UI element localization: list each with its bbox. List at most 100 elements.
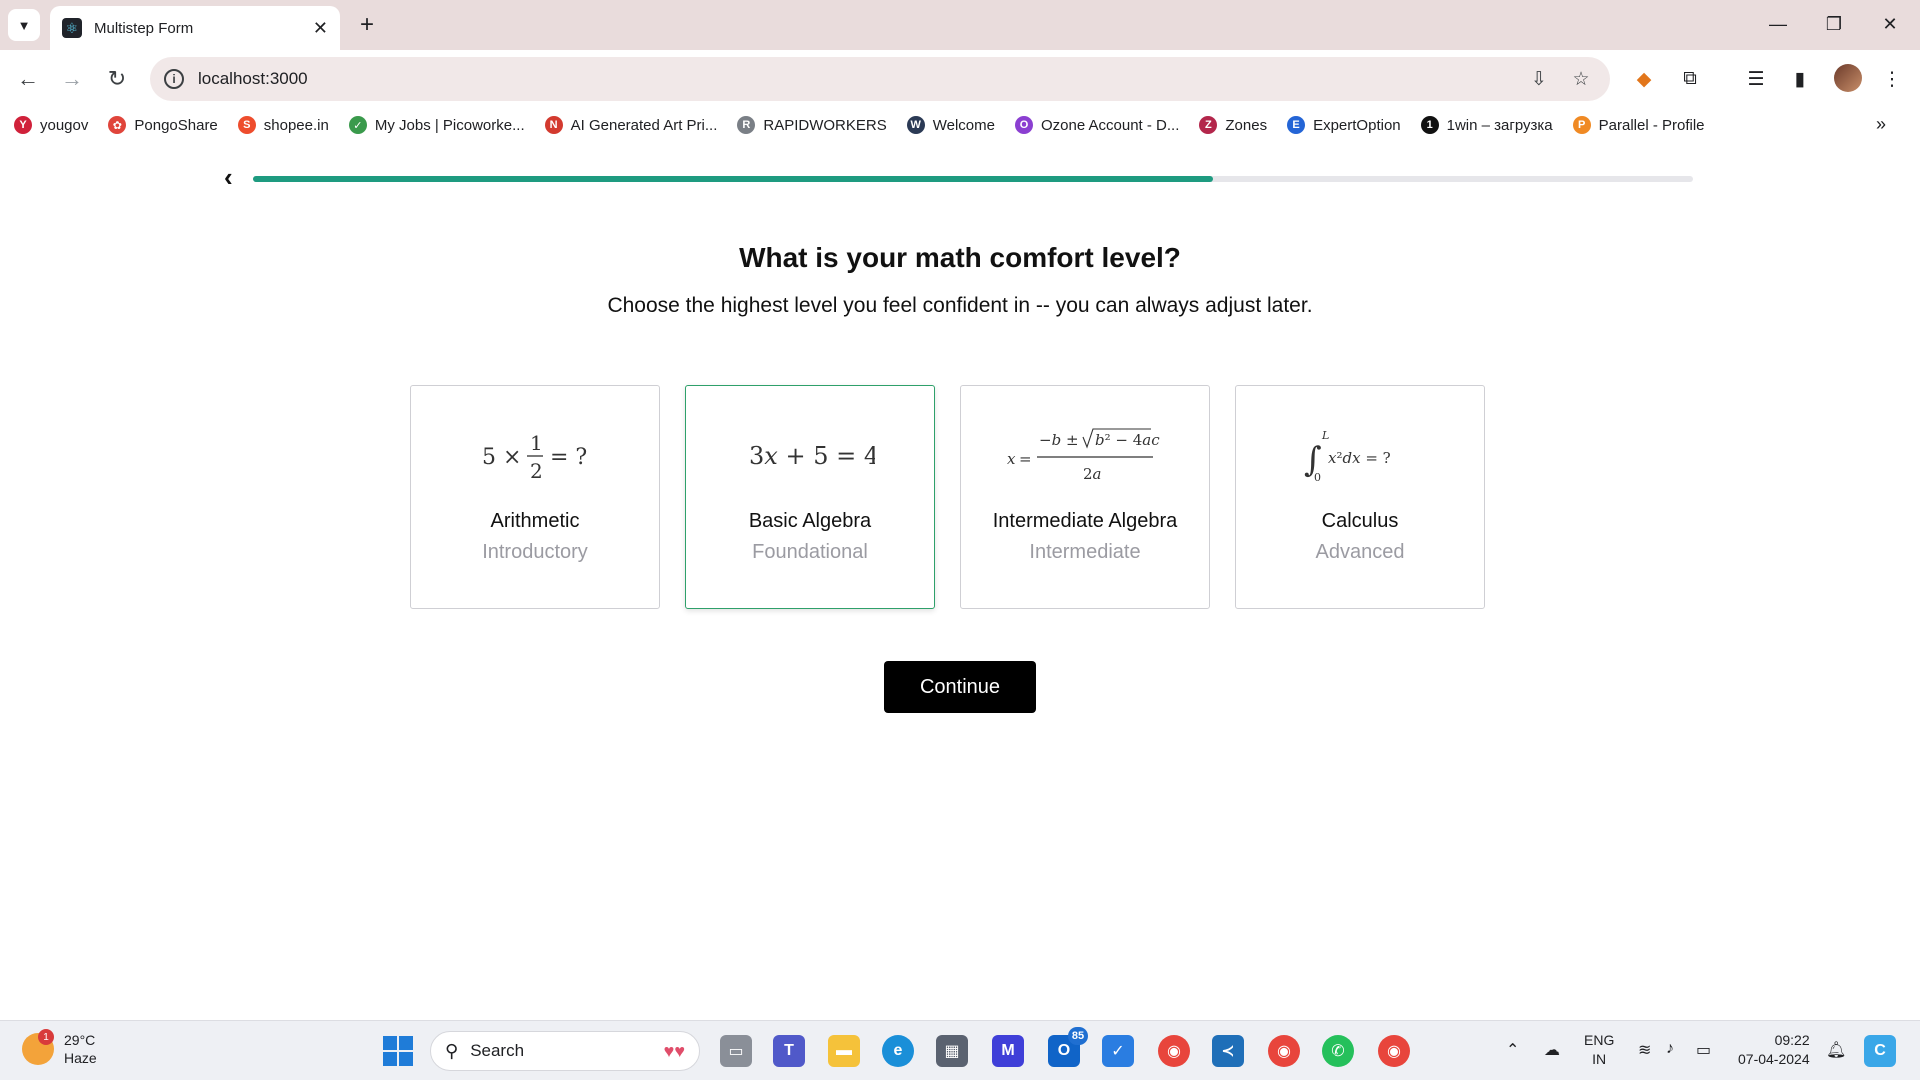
back-chevron-icon[interactable]: ‹ xyxy=(224,162,233,193)
metamask-fox-icon[interactable]: ◆ xyxy=(1628,63,1660,95)
svg-text:= ?: = ? xyxy=(550,445,587,470)
clock-time[interactable]: 09:22 xyxy=(1738,1031,1810,1050)
minimize-icon[interactable]: — xyxy=(1756,6,1800,42)
close-window-icon[interactable]: ✕ xyxy=(1868,6,1912,42)
bookmark-item[interactable]: R RAPIDWORKERS xyxy=(737,116,887,134)
react-icon: ⚛ xyxy=(62,18,82,38)
bookmark-favicon-icon: ✓ xyxy=(348,116,367,134)
language-line2[interactable]: IN xyxy=(1584,1050,1614,1069)
bookmark-item[interactable]: W Welcome xyxy=(906,116,995,134)
bookmark-item[interactable]: N AI Generated Art Pri... xyxy=(544,116,717,134)
bookmark-item[interactable]: E ExpertOption xyxy=(1287,116,1401,134)
bookmark-favicon-icon: N xyxy=(544,116,563,134)
new-tab-button[interactable]: + xyxy=(352,10,382,40)
bookmark-item[interactable]: Sshopee.in xyxy=(237,116,329,134)
file-explorer-icon[interactable]: ▬ xyxy=(828,1035,860,1067)
bookmark-item[interactable]: ✓ My Jobs | Picoworke... xyxy=(348,116,525,134)
search-icon: ⚲ xyxy=(445,1040,459,1061)
bookmark-label: PongoShare xyxy=(134,116,218,134)
option-title: Basic Algebra xyxy=(748,510,872,532)
media-controls-icon[interactable]: ☰ xyxy=(1740,63,1772,95)
clock-date[interactable]: 07-04-2024 xyxy=(1738,1050,1810,1069)
option-level: Intermediate xyxy=(1029,541,1141,563)
option-card-basic-algebra[interactable]: 3x + 5 = 4 Basic Algebra Foundational xyxy=(685,385,935,609)
side-panel-icon[interactable]: ▮ xyxy=(1784,63,1816,95)
bookmark-favicon-icon: P xyxy=(1572,116,1591,134)
onedrive-icon[interactable]: ☁ xyxy=(1544,1040,1560,1060)
task-view-icon[interactable]: ▭ xyxy=(720,1035,752,1067)
site-info-icon[interactable]: i xyxy=(164,69,184,89)
bookmark-label: RAPIDWORKERS xyxy=(763,116,887,134)
bookmark-favicon-icon: ✿ xyxy=(108,116,127,134)
option-cards: 5 × 1 2 = ? Arithmetic Introductory 3x +… xyxy=(410,385,1510,609)
tab-title: Multistep Form xyxy=(94,19,194,37)
bookmark-item[interactable]: P Parallel - Profile xyxy=(1572,116,1705,134)
forward-arrow-icon[interactable]: → xyxy=(54,61,90,97)
tab-close-icon[interactable]: ✕ xyxy=(313,18,328,39)
bookmark-favicon-icon: S xyxy=(237,116,256,134)
bookmarks-bar: Yyougov ✿ PongoShare Sshopee.in ✓ My Jobs | P… xyxy=(0,108,1920,142)
option-card-intermediate-algebra[interactable]: x = −b ± b² − 4ac 2a Intermediate Algebr… xyxy=(960,385,1210,609)
svg-text:x²dx = ?: x²dx = ? xyxy=(1328,449,1391,467)
question-title: What is your math comfort level? xyxy=(739,242,1181,273)
bookmark-item[interactable]: O Ozone Account - D... xyxy=(1014,116,1179,134)
bookmark-favicon-icon: O xyxy=(1014,116,1033,134)
weather-badge: 1 xyxy=(38,1029,54,1045)
back-arrow-icon[interactable]: ← xyxy=(10,61,46,97)
edge-icon[interactable]: e xyxy=(882,1035,914,1067)
taskbar-search[interactable]: ⚲ Search ♥♥ xyxy=(430,1031,700,1071)
option-card-calculus[interactable]: ∫ L 0 x²dx = ? Calculus Advanced xyxy=(1235,385,1485,609)
tab-search-chevron-icon[interactable]: ▼ xyxy=(8,9,40,41)
teams-icon[interactable]: T xyxy=(773,1035,805,1067)
bookmark-item[interactable]: 1 1win – загрузка xyxy=(1420,116,1553,134)
chrome-profile-icon[interactable]: ◉ xyxy=(1268,1035,1300,1067)
microsoft-store-icon[interactable]: ▦ xyxy=(936,1035,968,1067)
wifi-icon[interactable]: ≋ xyxy=(1638,1040,1651,1060)
vscode-icon[interactable]: ≺ xyxy=(1212,1035,1244,1067)
weather-desc: Haze xyxy=(64,1050,97,1066)
tray-chevron-up-icon[interactable]: ⌃ xyxy=(1506,1040,1519,1060)
option-level: Advanced xyxy=(1315,541,1405,563)
notification-bell-icon[interactable]: 🔔︎ xyxy=(1826,1040,1846,1060)
language-line1[interactable]: ENG xyxy=(1584,1031,1614,1050)
copilot-icon[interactable]: C xyxy=(1864,1035,1896,1067)
browser-tab[interactable]: ⚛ Multistep Form ✕ xyxy=(50,6,340,50)
whatsapp-icon[interactable]: ✆ xyxy=(1322,1035,1354,1067)
volume-icon[interactable]: ♪ xyxy=(1666,1040,1674,1058)
app-icon[interactable]: M xyxy=(992,1035,1024,1067)
profile-avatar[interactable] xyxy=(1834,64,1862,92)
svg-text:5 ×: 5 × xyxy=(482,445,521,470)
integral-formula-image: ∫ L 0 x²dx = ? xyxy=(1300,406,1420,506)
windows-taskbar: 1 29°C Haze ⚲ Search ♥♥ ▭ T ▬ e ▦ M O 85… xyxy=(0,1020,1920,1080)
weather-widget[interactable]: 1 29°C Haze xyxy=(22,1029,97,1067)
bookmarks-overflow-icon[interactable]: » xyxy=(1876,114,1886,135)
bookmark-favicon-icon: Z xyxy=(1199,116,1218,134)
bookmark-item[interactable]: Z Zones xyxy=(1199,116,1267,134)
chrome-icon[interactable]: ◉ xyxy=(1158,1035,1190,1067)
svg-text:−b ±: −b ± xyxy=(1039,431,1079,449)
reload-icon[interactable]: ↻ xyxy=(99,61,135,97)
outlook-icon[interactable]: O 85 xyxy=(1048,1027,1088,1067)
more-menu-icon[interactable]: ⋮ xyxy=(1876,63,1908,95)
svg-text:2: 2 xyxy=(530,459,543,483)
bookmark-favicon-icon: R xyxy=(737,116,756,134)
address-bar[interactable]: i localhost:3000 ⇩ ☆ xyxy=(150,57,1610,101)
bookmark-label: Zones xyxy=(1225,116,1268,134)
bookmark-label: Welcome xyxy=(932,116,995,134)
todo-check-icon[interactable]: ✓ xyxy=(1102,1035,1134,1067)
windows-start-icon[interactable] xyxy=(383,1036,413,1066)
restore-icon[interactable]: ❐ xyxy=(1812,6,1856,42)
option-card-arithmetic[interactable]: 5 × 1 2 = ? Arithmetic Introductory xyxy=(410,385,660,609)
bookmark-item[interactable]: Yyougov xyxy=(14,116,88,134)
continue-button[interactable]: Continue xyxy=(884,661,1036,713)
bookmark-star-icon[interactable]: ☆ xyxy=(1566,64,1596,94)
battery-icon[interactable]: ▭ xyxy=(1696,1040,1711,1060)
url-text[interactable]: localhost:3000 xyxy=(198,69,1512,89)
extensions-puzzle-icon[interactable]: ⧉ xyxy=(1674,63,1706,95)
bookmark-label: Parallel - Profile xyxy=(1598,116,1705,134)
install-app-icon[interactable]: ⇩ xyxy=(1524,64,1554,94)
bookmark-item[interactable]: ✿ PongoShare xyxy=(108,116,218,134)
svg-text:3x + 5 = 4: 3x + 5 = 4 xyxy=(749,442,875,470)
outlook-badge: 85 xyxy=(1068,1027,1088,1045)
chrome-profile-2-icon[interactable]: ◉ xyxy=(1378,1035,1410,1067)
